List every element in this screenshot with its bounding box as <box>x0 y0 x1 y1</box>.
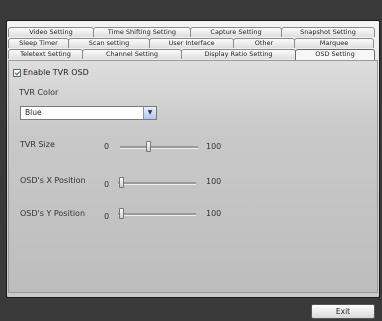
slider-track <box>120 146 198 149</box>
tvr-size-min: 0 <box>104 142 110 151</box>
tab-row-3: Teletext Setting Channel Setting Display… <box>8 49 375 60</box>
tab-user-interface[interactable]: User Interface <box>149 38 234 48</box>
slider-track <box>118 213 196 216</box>
tab-other[interactable]: Other <box>233 38 295 48</box>
osd-y-position-slider[interactable] <box>118 208 198 220</box>
tvr-color-label: TVR Color <box>19 88 59 97</box>
chevron-down-icon[interactable]: ▼ <box>143 107 156 119</box>
tab-row-1: Video Setting Time Shifting Setting Capt… <box>8 27 375 37</box>
tvr-color-value: Blue <box>25 108 42 117</box>
tab-sleep-timer[interactable]: Sleep Timer <box>8 38 69 48</box>
tvr-size-max: 100 <box>206 142 222 151</box>
exit-button[interactable]: Exit <box>311 304 375 319</box>
osd-y-min: 0 <box>104 212 110 221</box>
tvr-size-label: TVR Size <box>20 140 55 149</box>
tab-video-setting[interactable]: Video Setting <box>8 27 94 37</box>
tab-time-shifting-setting[interactable]: Time Shifting Setting <box>93 27 191 37</box>
tab-teletext-setting[interactable]: Teletext Setting <box>8 49 83 59</box>
tvr-color-select[interactable]: Blue ▼ <box>20 106 157 120</box>
osd-y-max: 100 <box>206 209 222 218</box>
tab-capture-setting[interactable]: Capture Setting <box>190 27 282 37</box>
osd-x-max: 100 <box>206 177 222 186</box>
slider-track <box>118 182 196 185</box>
osd-x-position-slider[interactable] <box>118 177 198 189</box>
enable-tvr-osd-label: Enable TVR OSD <box>23 68 89 77</box>
checkbox-checked-icon[interactable] <box>13 68 21 77</box>
osd-x-position-label: OSD's X Position <box>20 176 86 185</box>
osd-y-position-thumb[interactable] <box>119 208 124 219</box>
tvr-size-thumb[interactable] <box>146 141 151 152</box>
osd-x-position-thumb[interactable] <box>119 177 124 188</box>
tab-marquee[interactable]: Marquee <box>294 38 374 48</box>
tab-snapshot-setting[interactable]: Snapshot Setting <box>281 27 375 37</box>
tvr-size-slider[interactable] <box>120 141 200 153</box>
tab-osd-setting[interactable]: OSD Setting <box>295 49 375 60</box>
tab-channel-setting[interactable]: Channel Setting <box>82 49 182 59</box>
tab-scan-setting[interactable]: Scan setting <box>68 38 150 48</box>
osd-y-position-label: OSD's Y Position <box>20 209 86 218</box>
tab-display-ratio-setting[interactable]: Display Ratio Setting <box>181 49 296 59</box>
tab-row-2: Sleep Timer Scan setting User Interface … <box>8 38 374 48</box>
osd-x-min: 0 <box>104 180 110 189</box>
enable-tvr-osd-checkbox[interactable]: Enable TVR OSD <box>13 68 89 77</box>
